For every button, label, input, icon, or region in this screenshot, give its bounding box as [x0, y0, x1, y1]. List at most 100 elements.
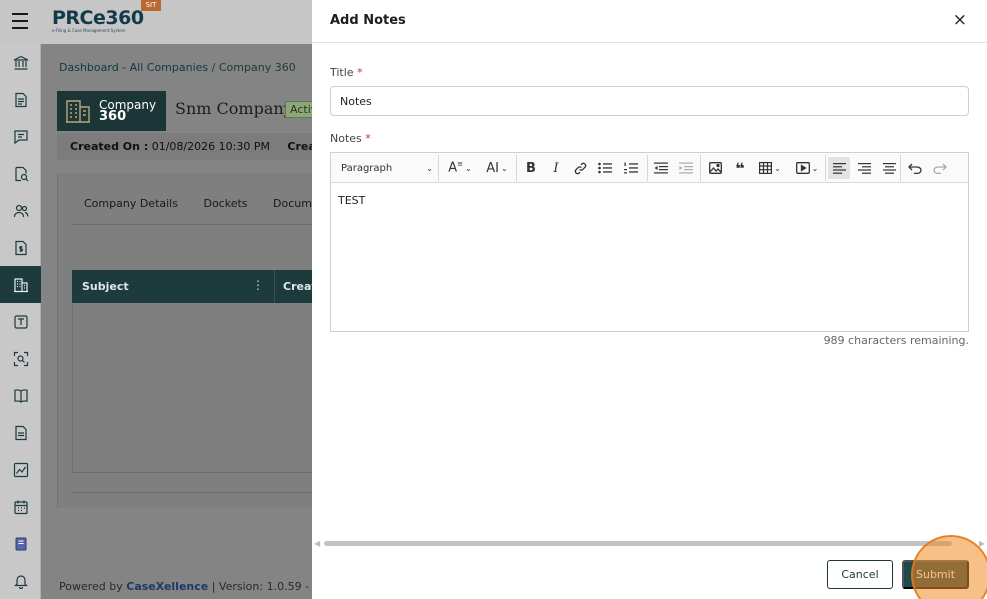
toolbar-separator [700, 155, 701, 181]
breadcrumb: Dashboard - All Companies / Company 360 [59, 61, 296, 74]
notes-grid-body [72, 303, 313, 473]
sidebar-item-scan[interactable] [0, 340, 41, 377]
sidebar-item-bank[interactable] [0, 44, 41, 81]
breadcrumb-current: Company 360 [218, 61, 296, 74]
editor-toolbar: Paragraph ⌄ A≡ ⌄ AI ⌄ B I ❝ ⌄ ⌄ [331, 153, 968, 183]
created-on-value: 01/08/2026 10:30 PM [151, 140, 270, 153]
footer-brand-logo[interactable]: CaseXellence [126, 580, 208, 593]
company-360-label: Company 360 [99, 99, 156, 123]
dialog-title: Add Notes [330, 13, 406, 28]
paragraph-format-select[interactable]: Paragraph ⌄ [341, 157, 433, 179]
media-icon [795, 162, 810, 174]
bell-icon [13, 574, 28, 589]
rich-text-editor: Paragraph ⌄ A≡ ⌄ AI ⌄ B I ❝ ⌄ ⌄ TEST [330, 152, 969, 332]
column-header-subject[interactable]: Subject [82, 280, 129, 293]
chart-icon [13, 462, 28, 477]
font-family-button[interactable]: AI ⌄ [481, 157, 513, 179]
building-icon [66, 100, 90, 123]
tab-divider [72, 224, 313, 225]
align-center-icon[interactable] [879, 157, 899, 179]
sidebar [0, 44, 41, 599]
sidebar-item-library[interactable] [0, 377, 41, 414]
sidebar-item-billing[interactable] [0, 229, 41, 266]
invoice-icon [14, 240, 27, 255]
created-info-bar: Created On : 01/08/2026 10:30 PM Created [57, 133, 313, 160]
sidebar-item-notifications[interactable] [0, 562, 41, 599]
sidebar-item-documents[interactable] [0, 81, 41, 118]
sidebar-item-companies[interactable] [0, 266, 41, 303]
notes-field-label: Notes * [330, 132, 371, 145]
calendar-icon [13, 500, 28, 514]
chevron-down-icon: ⌄ [426, 163, 433, 173]
align-left-icon[interactable] [828, 157, 850, 179]
sidebar-item-calendar[interactable] [0, 488, 41, 525]
scroll-left-icon[interactable]: ◀ [314, 539, 320, 548]
company-360-number: 360 [99, 109, 127, 124]
submit-button[interactable]: Submit [902, 560, 969, 589]
cancel-button[interactable]: Cancel [827, 560, 893, 589]
panel-divider [72, 492, 313, 493]
bulleted-list-icon[interactable] [595, 157, 615, 179]
document-search-icon [14, 166, 28, 181]
chat-icon [13, 129, 28, 144]
sidebar-item-reports[interactable] [0, 414, 41, 451]
undo-icon[interactable] [905, 157, 925, 179]
sidebar-item-messages[interactable] [0, 118, 41, 155]
redo-icon[interactable] [930, 157, 950, 179]
block-quote-icon[interactable]: ❝ [730, 157, 750, 179]
notes-grid-header: Subject ⋮ Created [72, 270, 332, 303]
italic-icon[interactable]: I [546, 157, 566, 179]
building-icon [13, 277, 28, 292]
company-360-block: Company 360 [57, 91, 166, 131]
numbered-list-icon[interactable] [620, 157, 642, 179]
breadcrumb-link-all-companies[interactable]: Dashboard - All Companies [59, 61, 208, 74]
sidebar-item-users[interactable] [0, 192, 41, 229]
document-icon [14, 92, 27, 107]
align-right-icon[interactable] [854, 157, 874, 179]
chevron-down-icon: ⌄ [811, 163, 819, 173]
characters-remaining-text: 989 characters remaining. [823, 334, 969, 347]
tab-company-details[interactable]: Company Details [84, 197, 178, 210]
column-menu-icon[interactable]: ⋮ [252, 278, 264, 292]
text-box-icon [13, 314, 28, 329]
font-family-icon: AI [486, 160, 500, 176]
users-icon [13, 204, 28, 217]
sidebar-item-notes[interactable] [0, 525, 41, 562]
image-icon[interactable] [705, 157, 725, 179]
insert-table-button[interactable]: ⌄ [755, 157, 785, 179]
footer-powered-by: Powered by [59, 580, 123, 593]
toolbar-separator [900, 155, 901, 181]
paragraph-format-value: Paragraph [341, 162, 393, 174]
scan-icon [13, 351, 28, 366]
created-on-label: Created On : [70, 140, 149, 153]
insert-media-button[interactable]: ⌄ [791, 157, 823, 179]
hamburger-menu-icon[interactable] [12, 13, 28, 29]
dialog-header: Add Notes × [312, 0, 987, 43]
logo-text: PRCe360 [52, 7, 144, 29]
close-icon[interactable]: × [953, 12, 967, 29]
toolbar-separator [647, 155, 648, 181]
title-input[interactable] [330, 86, 969, 116]
sidebar-item-analytics[interactable] [0, 451, 41, 488]
scroll-right-icon[interactable]: ▶ [979, 539, 985, 548]
font-size-icon: A≡ [448, 160, 464, 176]
editor-content-area[interactable]: TEST [338, 194, 365, 207]
app-logo[interactable]: PRCe360 e-Filing & Case Management Syste… [52, 8, 144, 33]
horizontal-scrollbar[interactable]: ◀ ▶ [312, 539, 987, 548]
sidebar-item-templates[interactable] [0, 303, 41, 340]
status-badge: Active [285, 101, 313, 118]
link-icon[interactable] [570, 157, 590, 179]
indent-icon[interactable] [676, 157, 696, 179]
notes-label-text: Notes [330, 132, 362, 145]
bold-icon[interactable]: B [521, 157, 541, 179]
outdent-icon[interactable] [651, 157, 671, 179]
scrollbar-thumb[interactable] [324, 541, 952, 546]
chevron-down-icon: ⌄ [465, 163, 472, 173]
font-size-button[interactable]: A≡ ⌄ [444, 157, 476, 179]
tab-dockets[interactable]: Dockets [203, 197, 247, 210]
sidebar-item-search-documents[interactable] [0, 155, 41, 192]
chevron-down-icon: ⌄ [774, 163, 781, 173]
column-separator [274, 270, 275, 303]
add-notes-dialog: Add Notes × Title * Notes * Paragraph ⌄ … [312, 0, 987, 599]
title-label-text: Title [330, 66, 354, 79]
